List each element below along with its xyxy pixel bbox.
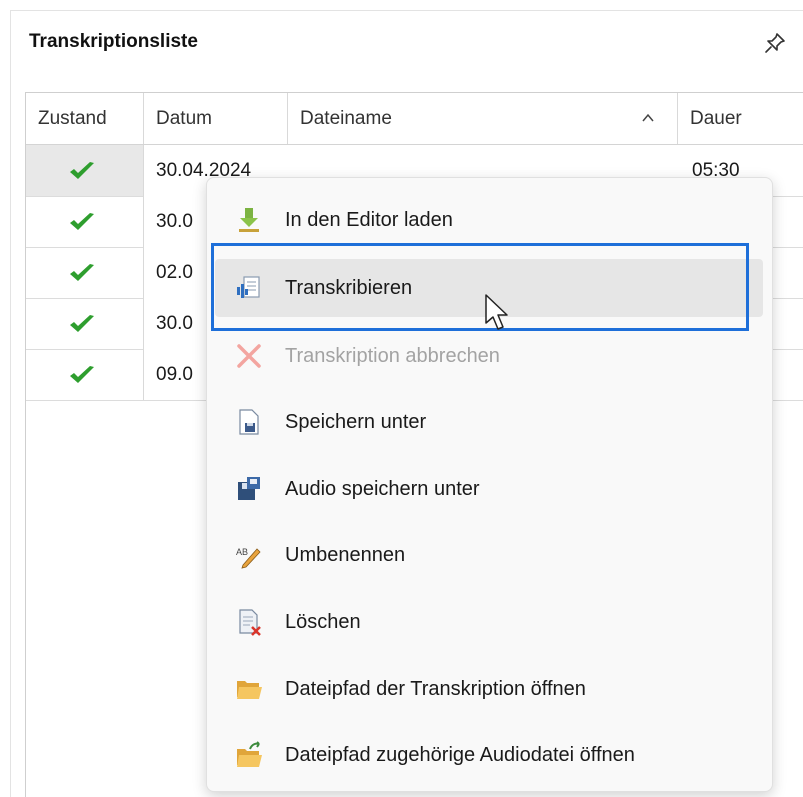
menu-item-open-audio-path[interactable]: Dateipfad zugehörige Audiodatei öffnen xyxy=(215,726,763,784)
menu-item-label: Dateipfad zugehörige Audiodatei öffnen xyxy=(285,744,635,766)
grid-header: Zustand Datum Dateiname Dauer xyxy=(26,93,803,145)
column-header-filename[interactable]: Dateiname xyxy=(288,93,678,144)
menu-item-rename[interactable]: AB Umbenennen xyxy=(215,526,763,584)
menu-item-label: Speichern unter xyxy=(285,411,427,433)
menu-item-open-transcription-path[interactable]: Dateipfad der Transkription öffnen xyxy=(215,660,763,718)
menu-item-cancel-transcription[interactable]: Transkription abbrechen xyxy=(215,327,763,385)
svg-text:AB: AB xyxy=(236,547,248,557)
menu-item-delete[interactable]: Löschen xyxy=(215,593,763,651)
column-header-date[interactable]: Datum xyxy=(144,93,288,144)
menu-item-label: Umbenennen xyxy=(285,544,406,566)
mouse-cursor-icon xyxy=(485,294,508,330)
download-icon xyxy=(239,208,259,232)
menu-item-label: Dateipfad der Transkription öffnen xyxy=(285,678,586,700)
menu-item-load-editor[interactable]: In den Editor laden xyxy=(215,191,763,249)
rename-icon: AB xyxy=(236,547,261,569)
state-cell xyxy=(26,247,144,298)
delete-document-icon xyxy=(239,609,261,636)
menu-item-save-as[interactable]: Speichern unter xyxy=(215,393,763,451)
green-check-icon xyxy=(70,162,94,179)
menu-item-label: Transkribieren xyxy=(285,277,413,299)
panel-title: Transkriptionsliste xyxy=(29,31,198,52)
cancel-x-icon xyxy=(237,344,261,368)
save-audio-icon xyxy=(238,477,260,500)
green-check-icon xyxy=(70,315,94,332)
green-check-icon xyxy=(70,366,94,383)
column-header-filename-label: Dateiname xyxy=(300,108,392,129)
folder-arrow-icon xyxy=(237,741,262,767)
transcribe-icon xyxy=(237,276,260,298)
menu-item-label: In den Editor laden xyxy=(285,209,453,231)
menu-item-label: Transkription abbrechen xyxy=(285,345,500,367)
pin-icon[interactable] xyxy=(763,31,787,55)
menu-item-label: Audio speichern unter xyxy=(285,478,480,500)
menu-item-label: Löschen xyxy=(285,611,361,633)
menu-item-save-audio[interactable]: Audio speichern unter xyxy=(215,460,763,518)
green-check-icon xyxy=(70,264,94,281)
chevron-up-icon xyxy=(642,113,654,122)
state-cell xyxy=(26,145,144,196)
state-cell xyxy=(26,298,144,349)
state-cell xyxy=(26,349,144,400)
column-header-duration[interactable]: Dauer xyxy=(678,93,803,144)
save-document-icon xyxy=(239,409,259,435)
green-check-icon xyxy=(70,213,94,230)
column-header-state[interactable]: Zustand xyxy=(26,93,144,144)
context-menu: In den Editor laden Transkribieren Trans… xyxy=(206,177,773,792)
folder-open-icon xyxy=(237,681,262,699)
state-cell xyxy=(26,196,144,247)
